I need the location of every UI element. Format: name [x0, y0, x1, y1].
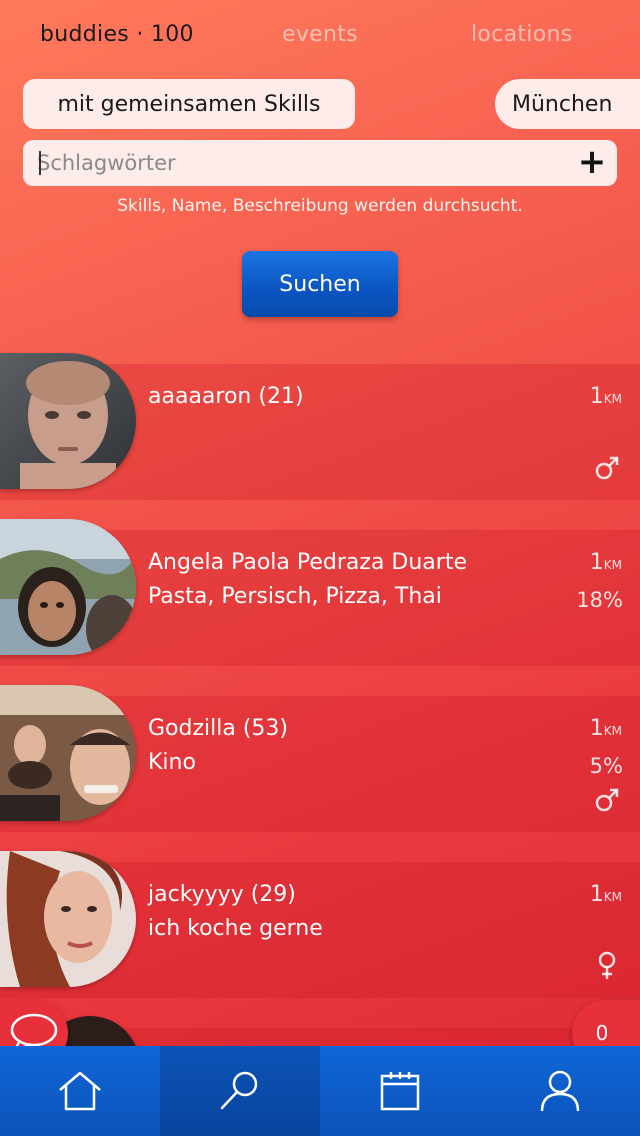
profile-icon: [540, 1070, 580, 1112]
result-card[interactable]: aaaaaron (21) 1KM: [0, 353, 640, 500]
avatar-photo: [0, 685, 136, 821]
result-card[interactable]: Angela Paola Pedraza Duarte Pasta, Persi…: [0, 519, 640, 666]
nav-calendar[interactable]: [320, 1046, 480, 1136]
city-filter-button[interactable]: München: [495, 79, 640, 129]
avatar: [0, 851, 136, 987]
top-tabs: buddies · 100 events locations: [0, 22, 640, 62]
nav-home[interactable]: [0, 1046, 160, 1136]
home-icon: [59, 1071, 101, 1111]
avatar: [0, 685, 136, 821]
result-name: Godzilla (53): [148, 716, 288, 741]
nav-profile[interactable]: [480, 1046, 640, 1136]
result-skills: Kino: [148, 750, 196, 775]
tab-locations[interactable]: locations: [471, 22, 572, 47]
search-button[interactable]: Suchen: [242, 251, 398, 317]
bottom-nav: [0, 1046, 640, 1136]
add-keyword-button[interactable]: +: [577, 145, 607, 179]
result-distance: 1KM: [589, 550, 622, 575]
result-match-percent: 5%: [589, 754, 623, 778]
female-icon: [598, 951, 616, 979]
result-card[interactable]: jackyyyy (29) ich koche gerne 1KM: [0, 851, 640, 998]
result-distance: 1KM: [589, 716, 622, 741]
tab-events[interactable]: events: [282, 22, 358, 47]
male-icon: [595, 788, 619, 812]
avatar-photo: [0, 519, 136, 655]
search-field: +: [23, 140, 617, 186]
result-name: jackyyyy (29): [148, 882, 296, 907]
avatar-photo: [0, 851, 136, 987]
search-icon: [220, 1071, 258, 1110]
avatar: [0, 353, 136, 489]
result-name: aaaaaron (21): [148, 384, 304, 409]
result-name: Angela Paola Pedraza Duarte: [148, 550, 467, 575]
result-match-percent: 18%: [576, 588, 623, 612]
text-cursor: [39, 151, 41, 175]
avatar: [0, 519, 136, 655]
result-distance: 1KM: [589, 882, 622, 907]
male-icon: [595, 456, 619, 480]
result-skills: ich koche gerne: [148, 916, 323, 941]
keyword-search-input[interactable]: [37, 146, 557, 180]
search-hint: Skills, Name, Beschreibung werden durchs…: [117, 196, 523, 216]
result-card[interactable]: Godzilla (53) Kino 1KM 5%: [0, 685, 640, 832]
avatar-photo: [0, 353, 136, 489]
nav-search[interactable]: [160, 1046, 320, 1136]
skills-filter-button[interactable]: mit gemeinsamen Skills: [23, 79, 355, 129]
result-skills: Pasta, Persisch, Pizza, Thai: [148, 584, 442, 609]
calendar-icon: [380, 1072, 420, 1111]
result-distance: 1KM: [589, 384, 622, 409]
tab-buddies[interactable]: buddies · 100: [40, 22, 194, 47]
